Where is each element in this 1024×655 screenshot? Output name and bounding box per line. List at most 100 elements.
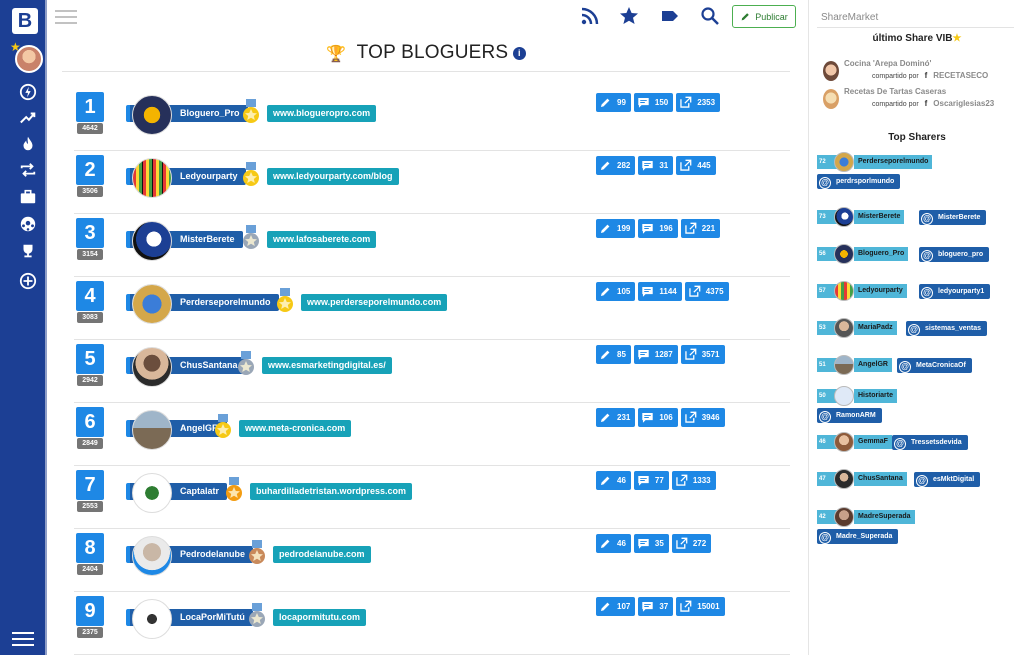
shares-count-button[interactable]: 4375	[684, 282, 729, 301]
sharer-avatar[interactable]	[834, 244, 854, 264]
blog-url[interactable]: www.lafosaberete.com	[267, 231, 377, 248]
shares-count-button[interactable]: 3571	[680, 345, 725, 364]
top-sharer-item[interactable]: 56 Bloguero_Pro @ bloguero_pro	[817, 244, 1022, 284]
twitter-handle[interactable]: @ bloguero_pro	[919, 247, 990, 262]
trending-icon[interactable]	[17, 109, 39, 131]
top-sharer-item[interactable]: 72 Perderseporelmundo @ perdrsporlmundo	[817, 152, 1022, 192]
blog-url[interactable]: pedrodelanube.com	[273, 546, 371, 563]
shares-count-button[interactable]: 221	[680, 219, 721, 238]
menu-icon[interactable]	[12, 632, 34, 650]
blogger-avatar[interactable]	[132, 473, 172, 513]
twitter-handle[interactable]: @ RamonARM	[817, 408, 882, 423]
shares-count-button[interactable]: 2353	[676, 93, 721, 112]
twitter-handle[interactable]: @ perdrsporlmundo	[817, 174, 901, 189]
twitter-handle[interactable]: @ esMktDigital	[914, 472, 981, 487]
blogger-avatar[interactable]	[132, 536, 172, 576]
sharer-name[interactable]: ChusSantana	[854, 472, 907, 486]
shares-count-button[interactable]: 272	[671, 534, 712, 553]
lightning-icon[interactable]	[17, 83, 39, 105]
sharemarket-brand[interactable]: ShareMarket	[821, 12, 878, 23]
briefcase-icon[interactable]	[17, 188, 39, 210]
posts-count-button[interactable]: 282	[596, 156, 636, 175]
posts-count-button[interactable]: 46	[596, 471, 631, 490]
comments-count-button[interactable]: 37	[638, 597, 674, 616]
sharer-avatar[interactable]	[834, 152, 854, 172]
blog-url[interactable]: locapormitutu.com	[273, 609, 367, 626]
hamburger-menu-icon[interactable]	[55, 10, 77, 28]
app-logo[interactable]: B	[12, 8, 38, 34]
blogger-avatar[interactable]	[132, 158, 172, 198]
share-user[interactable]: Oscariglesias23	[933, 99, 994, 108]
sharer-name[interactable]: Bloguero_Pro	[854, 247, 909, 261]
comments-count-button[interactable]: 106	[638, 408, 678, 427]
comments-count-button[interactable]: 150	[633, 93, 674, 112]
blogger-avatar[interactable]	[132, 347, 172, 387]
info-icon[interactable]: i	[512, 47, 526, 61]
publish-button[interactable]: Publicar	[732, 5, 796, 28]
posts-count-button[interactable]: 46	[596, 534, 631, 553]
soccer-ball-icon[interactable]	[17, 215, 39, 237]
comments-count-button[interactable]: 77	[633, 471, 669, 490]
share-title[interactable]: Cocina 'Arepa Dominó'	[844, 59, 931, 68]
shares-count-button[interactable]: 1333	[671, 471, 716, 490]
top-sharer-item[interactable]: 53 MariaPadz @ sistemas_ventas	[817, 318, 1022, 358]
blogger-avatar[interactable]	[132, 284, 172, 324]
top-sharer-item[interactable]: 73 MisterBerete @ MisterBerete	[817, 207, 1022, 247]
trophy-icon[interactable]	[17, 242, 39, 264]
sharer-name[interactable]: MadreSuperada	[854, 510, 915, 524]
blog-url[interactable]: www.meta-cronica.com	[239, 420, 352, 437]
twitter-handle[interactable]: @ Madre_Superada	[817, 529, 899, 544]
sharer-avatar[interactable]	[834, 386, 854, 406]
twitter-handle[interactable]: @ MisterBerete	[919, 210, 987, 225]
recent-share-item[interactable]: Cocina 'Arepa Dominó' compartido por f R…	[823, 59, 1018, 85]
comments-count-button[interactable]: 35	[633, 534, 669, 553]
top-sharer-item[interactable]: 47 ChusSantana @ esMktDigital	[817, 469, 1022, 509]
shares-count-button[interactable]: 3946	[680, 408, 725, 427]
sharer-name[interactable]: MisterBerete	[854, 210, 905, 224]
rss-icon[interactable]	[579, 6, 601, 28]
sharer-name[interactable]: Perderseporelmundo	[854, 155, 933, 169]
search-icon[interactable]	[699, 6, 721, 28]
posts-count-button[interactable]: 105	[596, 282, 636, 301]
sharer-avatar[interactable]	[834, 207, 854, 227]
comments-count-button[interactable]: 31	[638, 156, 674, 175]
blog-url[interactable]: www.perderseporelmundo.com	[301, 294, 448, 311]
comments-count-button[interactable]: 196	[638, 219, 678, 238]
repeat-icon[interactable]	[17, 161, 39, 183]
share-title[interactable]: Recetas De Tartas Caseras	[844, 87, 946, 96]
sharer-name[interactable]: GemmaF	[854, 435, 892, 449]
sharer-avatar[interactable]	[834, 469, 854, 489]
comments-count-button[interactable]: 1144	[638, 282, 682, 301]
posts-count-button[interactable]: 107	[596, 597, 636, 616]
twitter-handle[interactable]: @ MetaCronicaOf	[897, 358, 972, 373]
tag-icon[interactable]	[659, 6, 681, 28]
sharer-avatar[interactable]	[834, 318, 854, 338]
star-icon[interactable]	[618, 6, 640, 28]
sharer-name[interactable]: MariaPadz	[854, 321, 897, 335]
twitter-handle[interactable]: @ Tressetsdevida	[892, 435, 968, 450]
comments-count-button[interactable]: 1287	[633, 345, 678, 364]
blog-url[interactable]: www.esmarketingdigital.es/	[262, 357, 392, 374]
sharer-avatar[interactable]	[834, 507, 854, 527]
twitter-handle[interactable]: @ sistemas_ventas	[906, 321, 988, 336]
sharer-avatar[interactable]	[834, 432, 854, 452]
sharer-avatar[interactable]	[834, 355, 854, 375]
posts-count-button[interactable]: 99	[596, 93, 631, 112]
share-user[interactable]: RECETASECO	[933, 71, 988, 80]
blog-url[interactable]: www.ledyourparty.com/blog	[267, 168, 399, 185]
blogger-avatar[interactable]	[132, 410, 172, 450]
top-sharer-item[interactable]: 46 GemmaF @ Tressetsdevida	[817, 432, 1022, 472]
sharer-name[interactable]: Historiarte	[854, 389, 898, 403]
posts-count-button[interactable]: 231	[596, 408, 636, 427]
top-sharer-item[interactable]: 50 Historiarte @ RamonARM	[817, 386, 1022, 426]
blog-url[interactable]: buhardilladetristan.wordpress.com	[250, 483, 413, 500]
add-circle-icon[interactable]	[17, 272, 39, 294]
top-sharer-item[interactable]: 42 MadreSuperada @ Madre_Superada	[817, 507, 1022, 547]
shares-count-button[interactable]: 445	[676, 156, 716, 175]
shares-count-button[interactable]: 15001	[676, 597, 725, 616]
posts-count-button[interactable]: 199	[596, 219, 636, 238]
sharer-name[interactable]: AngelGR	[854, 358, 892, 372]
sharer-avatar[interactable]	[834, 281, 854, 301]
recent-share-item[interactable]: Recetas De Tartas Caseras compartido por…	[823, 87, 1018, 113]
blog-url[interactable]: www.blogueropro.com	[267, 105, 377, 122]
